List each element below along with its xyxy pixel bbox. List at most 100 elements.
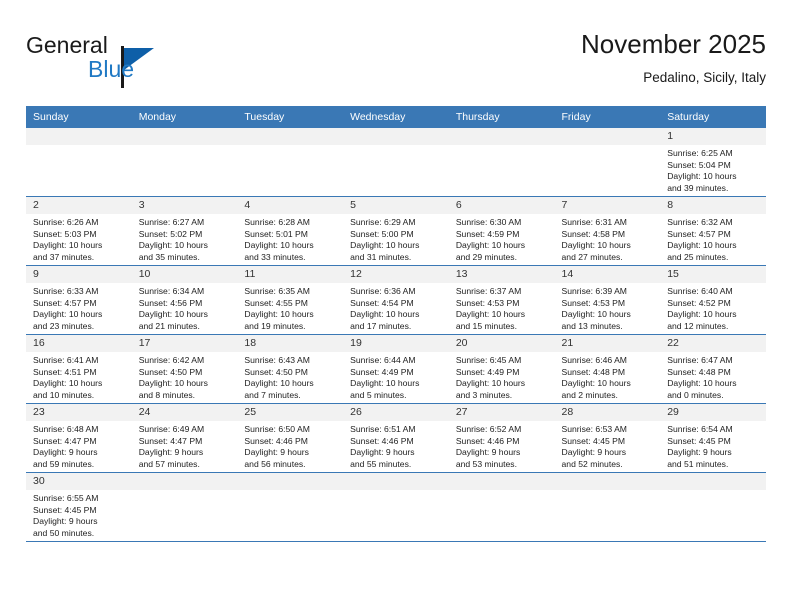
daylight-duration-line1: Daylight: 10 hours [33,378,103,389]
calendar-day-cell[interactable]: 10 Sunrise: 6:34 AM Sunset: 4:56 PM Dayligh… [131,265,238,335]
sunrise-time: Sunrise: 6:50 AM [244,424,310,434]
day-details: Sunrise: 6:31 AM Sunset: 4:58 PM Daylight:… [555,214,661,263]
daylight-duration-line1: Daylight: 9 hours [455,447,521,458]
sunrise-time: Sunrise: 6:26 AM [33,217,99,227]
daylight-duration-line2: and 19 minutes. [244,320,306,331]
sunrise-time: Sunrise: 6:43 AM [244,355,310,365]
daylight-duration-line2: and 5 minutes. [350,389,407,400]
day-number: 24 [131,404,238,421]
calendar-day-cell[interactable]: 6 Sunrise: 6:30 AM Sunset: 4:59 PM Daylight… [448,196,555,266]
calendar-day-cell[interactable]: 3 Sunrise: 6:27 AM Sunset: 5:02 PM Daylight… [131,196,238,266]
daylight-duration-line1: Daylight: 10 hours [244,240,314,251]
calendar-day-cell[interactable]: 8 Sunrise: 6:32 AM Sunset: 4:57 PM Daylight… [660,196,766,266]
sunset-time: Sunset: 4:53 PM [455,297,520,308]
sunset-time: Sunset: 4:53 PM [561,297,626,308]
calendar-day-cell[interactable]: 30 Sunrise: 6:55 AM Sunset: 4:45 PM Dayligh… [26,472,132,542]
day-number: 19 [343,335,449,352]
calendar-day-cell[interactable]: 24 Sunrise: 6:49 AM Sunset: 4:47 PM Dayligh… [131,403,238,473]
day-details: Sunrise: 6:47 AM Sunset: 4:48 PM Daylight:… [660,352,766,401]
daylight-duration-line1: Daylight: 10 hours [33,309,103,320]
sunset-time: Sunset: 5:02 PM [138,228,203,239]
day-details: Sunrise: 6:51 AM Sunset: 4:46 PM Daylight:… [343,421,449,470]
calendar-day-cell[interactable]: 27 Sunrise: 6:52 AM Sunset: 4:46 PM Dayligh… [448,403,555,473]
daylight-duration-line2: and 17 minutes. [350,320,412,331]
daylight-duration-line2: and 59 minutes. [33,458,95,469]
day-details: Sunrise: 6:45 AM Sunset: 4:49 PM Daylight:… [449,352,555,401]
calendar-day-cell[interactable]: 11 Sunrise: 6:35 AM Sunset: 4:55 PM Dayligh… [237,265,344,335]
location-subtitle: Pedalino, Sicily, Italy [643,70,766,85]
calendar-day-cell[interactable]: 14 Sunrise: 6:39 AM Sunset: 4:53 PM Dayligh… [554,265,661,335]
day-details: Sunrise: 6:43 AM Sunset: 4:50 PM Daylight:… [237,352,343,401]
calendar-day-cell[interactable]: 5 Sunrise: 6:29 AM Sunset: 5:00 PM Daylight… [343,196,449,266]
calendar-cell-empty [554,127,661,197]
calendar-day-cell[interactable]: 26 Sunrise: 6:51 AM Sunset: 4:46 PM Dayligh… [343,403,449,473]
sunrise-time: Sunrise: 6:52 AM [455,424,522,434]
daylight-duration-line2: and 21 minutes. [138,320,200,331]
daylight-duration-line2: and 2 minutes. [561,389,618,400]
daylight-duration-line1: Daylight: 10 hours [138,378,208,389]
daylight-duration-line1: Daylight: 10 hours [138,309,208,320]
daylight-duration-line1: Daylight: 10 hours [138,240,208,251]
day-details: Sunrise: 6:26 AM Sunset: 5:03 PM Daylight:… [26,214,132,263]
daylight-duration-line1: Daylight: 10 hours [455,240,526,251]
day-details: Sunrise: 6:52 AM Sunset: 4:46 PM Daylight:… [449,421,555,470]
weekday-header-row: Sunday Monday Tuesday Wednesday Thursday… [26,106,766,128]
daylight-duration-line1: Daylight: 10 hours [561,240,631,251]
calendar-day-cell[interactable]: 21 Sunrise: 6:46 AM Sunset: 4:48 PM Dayligh… [554,334,661,404]
day-number: 14 [554,266,661,283]
calendar-day-cell[interactable]: 18 Sunrise: 6:43 AM Sunset: 4:50 PM Dayligh… [237,334,344,404]
daylight-duration-line1: Daylight: 10 hours [455,378,526,389]
calendar-table: Sunday Monday Tuesday Wednesday Thursday… [26,106,766,542]
sunrise-time: Sunrise: 6:55 AM [33,493,99,503]
calendar-day-cell[interactable]: 13 Sunrise: 6:37 AM Sunset: 4:53 PM Dayligh… [448,265,555,335]
sunrise-time: Sunrise: 6:39 AM [561,286,627,296]
daylight-duration-line1: Daylight: 10 hours [33,240,103,251]
calendar-day-cell[interactable]: 15 Sunrise: 6:40 AM Sunset: 4:52 PM Dayligh… [660,265,766,335]
calendar-day-cell[interactable]: 19 Sunrise: 6:44 AM Sunset: 4:49 PM Dayligh… [343,334,449,404]
day-number: 16 [26,335,132,352]
day-details: Sunrise: 6:44 AM Sunset: 4:49 PM Daylight:… [343,352,449,401]
weekday-header-wednesday: Wednesday [343,106,449,128]
sunrise-time: Sunrise: 6:34 AM [138,286,205,296]
calendar-week-row: 1 Sunrise: 6:25 AM Sunset: 5:04 PM Daylight… [26,127,766,197]
calendar-day-cell[interactable]: 28 Sunrise: 6:53 AM Sunset: 4:45 PM Dayligh… [554,403,661,473]
day-number: 10 [131,266,238,283]
calendar-day-cell[interactable]: 2 Sunrise: 6:26 AM Sunset: 5:03 PM Daylight… [26,196,132,266]
day-details: Sunrise: 6:48 AM Sunset: 4:47 PM Daylight:… [26,421,132,470]
calendar-day-cell[interactable]: 4 Sunrise: 6:28 AM Sunset: 5:01 PM Daylight… [237,196,344,266]
daylight-duration-line2: and 27 minutes. [561,251,623,262]
calendar-day-cell[interactable]: 1 Sunrise: 6:25 AM Sunset: 5:04 PM Daylight… [660,127,766,197]
sunrise-time: Sunrise: 6:42 AM [138,355,205,365]
calendar-day-cell[interactable]: 20 Sunrise: 6:45 AM Sunset: 4:49 PM Dayligh… [448,334,555,404]
calendar-day-cell[interactable]: 12 Sunrise: 6:36 AM Sunset: 4:54 PM Dayligh… [343,265,449,335]
brand-name-bottom: Blue [88,56,135,82]
daylight-duration-line1: Daylight: 10 hours [455,309,526,320]
sunrise-time: Sunrise: 6:31 AM [561,217,627,227]
calendar-cell-empty [237,472,344,542]
calendar-day-cell[interactable]: 22 Sunrise: 6:47 AM Sunset: 4:48 PM Dayligh… [660,334,766,404]
calendar-day-cell[interactable]: 17 Sunrise: 6:42 AM Sunset: 4:50 PM Dayligh… [131,334,238,404]
calendar-cell-empty [554,472,661,542]
day-number: 8 [660,197,766,214]
calendar-day-cell[interactable]: 23 Sunrise: 6:48 AM Sunset: 4:47 PM Dayligh… [26,403,132,473]
calendar-day-cell[interactable]: 29 Sunrise: 6:54 AM Sunset: 4:45 PM Dayligh… [660,403,766,473]
calendar-day-cell[interactable]: 16 Sunrise: 6:41 AM Sunset: 4:51 PM Dayligh… [26,334,132,404]
day-number: 17 [131,335,238,352]
daylight-duration-line2: and 13 minutes. [561,320,623,331]
day-details: Sunrise: 6:55 AM Sunset: 4:45 PM Daylight:… [26,490,132,539]
day-number: 7 [554,197,661,214]
sunset-time: Sunset: 4:48 PM [561,366,626,377]
sunrise-time: Sunrise: 6:30 AM [455,217,522,227]
calendar-day-cell[interactable]: 25 Sunrise: 6:50 AM Sunset: 4:46 PM Dayligh… [237,403,344,473]
weekday-header-monday: Monday [131,106,238,128]
sunset-time: Sunset: 4:54 PM [350,297,414,308]
brand-logo[interactable]: General Blue [26,32,246,94]
daylight-duration-line2: and 37 minutes. [33,251,95,262]
daylight-duration-line2: and 8 minutes. [138,389,196,400]
calendar-cell-empty [343,472,449,542]
day-number: 30 [26,473,132,490]
calendar-day-cell[interactable]: 9 Sunrise: 6:33 AM Sunset: 4:57 PM Daylight… [26,265,132,335]
day-number [343,473,449,490]
day-details: Sunrise: 6:33 AM Sunset: 4:57 PM Daylight:… [26,283,132,332]
calendar-day-cell[interactable]: 7 Sunrise: 6:31 AM Sunset: 4:58 PM Daylight… [554,196,661,266]
